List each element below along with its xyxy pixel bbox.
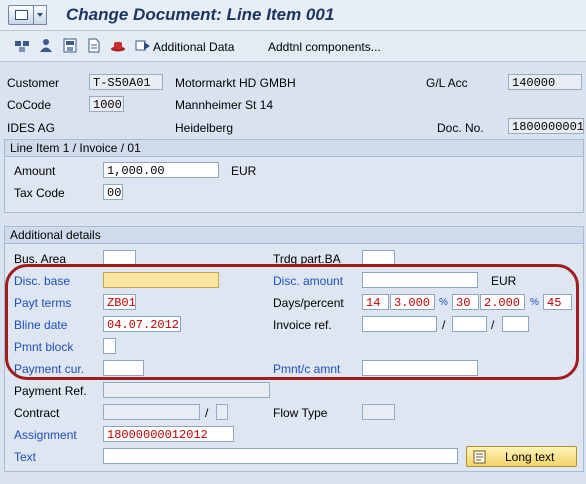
- text-field[interactable]: [103, 448, 458, 464]
- text-label: Text: [14, 450, 37, 464]
- flow-type-field[interactable]: [362, 404, 395, 420]
- contract-type-field[interactable]: [216, 404, 228, 420]
- long-text-icon: [473, 450, 486, 464]
- tax-code-label: Tax Code: [14, 186, 65, 200]
- payment-ref-label: Payment Ref.: [14, 384, 87, 398]
- save-doc-icon[interactable]: [62, 38, 78, 53]
- line-item-panel: Line Item 1 / Invoice / 01: [4, 139, 584, 213]
- additional-details-title: Additional details: [5, 227, 583, 244]
- company-name: IDES AG: [7, 121, 56, 135]
- assignment-label: Assignment: [14, 428, 77, 442]
- amount-field[interactable]: 1,000.00: [103, 162, 219, 178]
- cocode-field[interactable]: 1000: [89, 96, 124, 112]
- doc-no-field[interactable]: 1800000001: [508, 118, 584, 134]
- line-item-section-title: Line Item 1 / Invoice / 01: [5, 140, 583, 157]
- doc-no-label: Doc. No.: [437, 121, 484, 135]
- highlight-oval: [5, 264, 579, 380]
- menu-icon[interactable]: [8, 5, 34, 25]
- long-text-label: Long text: [505, 450, 555, 464]
- amount-currency: EUR: [231, 164, 257, 178]
- menu-dropdown-icon[interactable]: [33, 5, 47, 25]
- addtnl-components-button[interactable]: Addtnl components...: [268, 40, 381, 54]
- city: Heidelberg: [175, 121, 234, 135]
- details-icon[interactable]: [14, 38, 30, 53]
- long-text-button[interactable]: Long text: [466, 446, 577, 467]
- contract-label: Contract: [14, 406, 60, 420]
- person-icon[interactable]: [38, 38, 54, 53]
- customer-field[interactable]: T-S50A01: [89, 74, 163, 90]
- customer-label: Customer: [7, 76, 60, 90]
- additional-data-button[interactable]: Additional Data: [153, 40, 234, 54]
- document-icon[interactable]: [86, 38, 102, 53]
- customer-name: Motormarkt HD GMBH: [175, 76, 296, 90]
- page-title: Change Document: Line Item 001: [66, 5, 335, 24]
- assignment-field[interactable]: 18000000012012: [103, 426, 234, 442]
- hat-icon[interactable]: [110, 38, 126, 53]
- street: Mannheimer St 14: [175, 98, 274, 112]
- amount-label: Amount: [14, 164, 56, 178]
- additional-data-icon[interactable]: [135, 38, 151, 53]
- gl-acc-label: G/L Acc: [426, 76, 468, 90]
- gl-acc-field[interactable]: 140000: [508, 74, 582, 90]
- payment-ref-field[interactable]: [103, 382, 270, 398]
- flow-type-label: Flow Type: [273, 406, 328, 420]
- tax-code-field[interactable]: 00: [103, 184, 123, 200]
- cocode-label: CoCode: [7, 98, 52, 112]
- contract-field[interactable]: [103, 404, 200, 420]
- contract-slash: /: [205, 406, 209, 420]
